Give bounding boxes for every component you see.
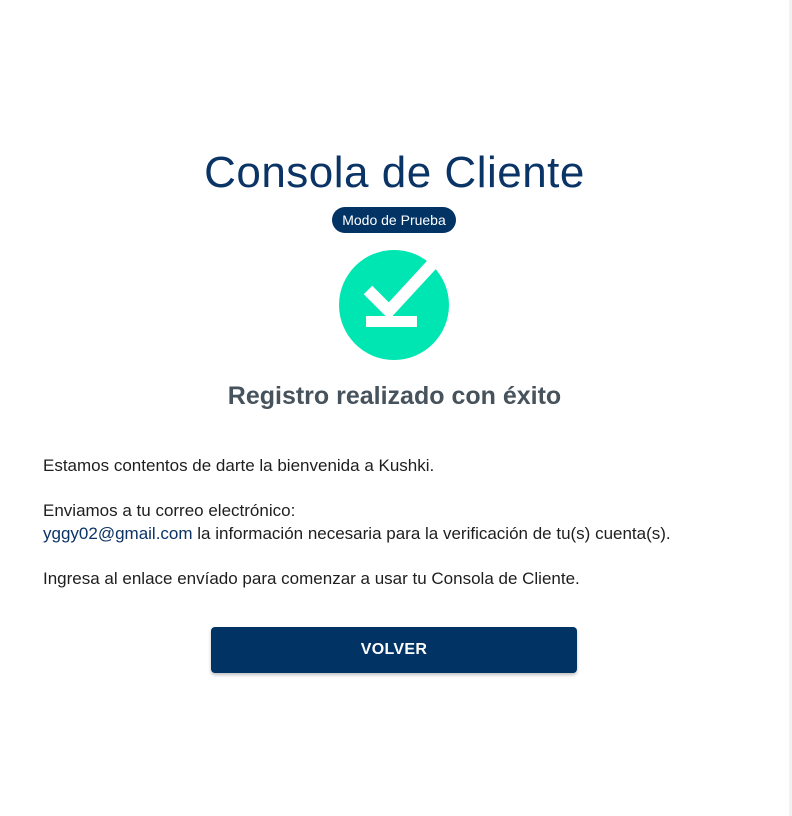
email-suffix-text: la información necesaria para la verific… (192, 524, 671, 543)
email-address: yggy02@gmail.com (43, 524, 193, 543)
email-intro-text: Enviamos a tu correo electrónico: (43, 501, 296, 520)
back-button[interactable]: VOLVER (211, 627, 577, 673)
email-message: Enviamos a tu correo electrónico: yggy02… (43, 499, 763, 545)
success-title: Registro realizado con éxito (227, 382, 562, 410)
instructions-message: Ingresa al enlace envíado para comenzar … (43, 569, 580, 588)
welcome-message: Estamos contentos de darte la bienvenida… (43, 456, 435, 475)
registration-success-page: Consola de Cliente Modo de Prueba Regist… (0, 0, 789, 816)
test-mode-badge: Modo de Prueba (332, 207, 456, 233)
page-title: Consola de Cliente (204, 148, 585, 197)
success-check-icon (336, 248, 452, 360)
